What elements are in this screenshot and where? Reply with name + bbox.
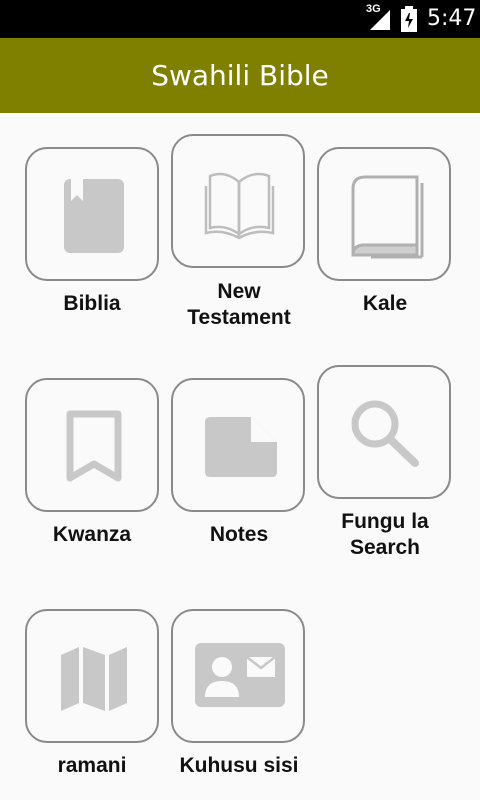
closed-book-icon bbox=[351, 175, 424, 259]
notes-label: Notes bbox=[209, 523, 269, 546]
open-book-icon bbox=[204, 172, 275, 240]
search-button[interactable] bbox=[317, 365, 451, 499]
kale-button[interactable] bbox=[317, 147, 451, 281]
clock: 5:47 bbox=[427, 6, 477, 31]
bookmark-icon bbox=[66, 410, 122, 482]
bookmark-book-icon bbox=[64, 179, 124, 253]
signal-icon bbox=[370, 10, 390, 30]
search-icon bbox=[351, 400, 419, 467]
app-bar: Swahili Bible bbox=[0, 38, 480, 113]
biblia-label: Biblia bbox=[63, 292, 121, 315]
kale-label: Kale bbox=[362, 292, 408, 315]
contact-card-icon bbox=[195, 643, 285, 707]
map-icon bbox=[61, 647, 127, 711]
new-testament-button[interactable] bbox=[171, 134, 305, 268]
kwanza-button[interactable] bbox=[25, 378, 159, 512]
app-title: Swahili Bible bbox=[151, 59, 329, 92]
status-bar: 3G 5:47 bbox=[0, 0, 480, 38]
ramani-button[interactable] bbox=[25, 609, 159, 743]
battery-icon bbox=[401, 6, 417, 32]
kuhusu-sisi-label: Kuhusu sisi bbox=[179, 754, 299, 777]
search-label: Fungu la Search bbox=[341, 510, 429, 559]
notes-button[interactable] bbox=[171, 378, 305, 512]
biblia-button[interactable] bbox=[25, 147, 159, 281]
kuhusu-sisi-button[interactable] bbox=[171, 609, 305, 743]
note-icon bbox=[205, 417, 277, 477]
ramani-label: ramani bbox=[57, 754, 127, 777]
new-testament-label: New Testament bbox=[187, 280, 291, 329]
kwanza-label: Kwanza bbox=[52, 523, 132, 546]
